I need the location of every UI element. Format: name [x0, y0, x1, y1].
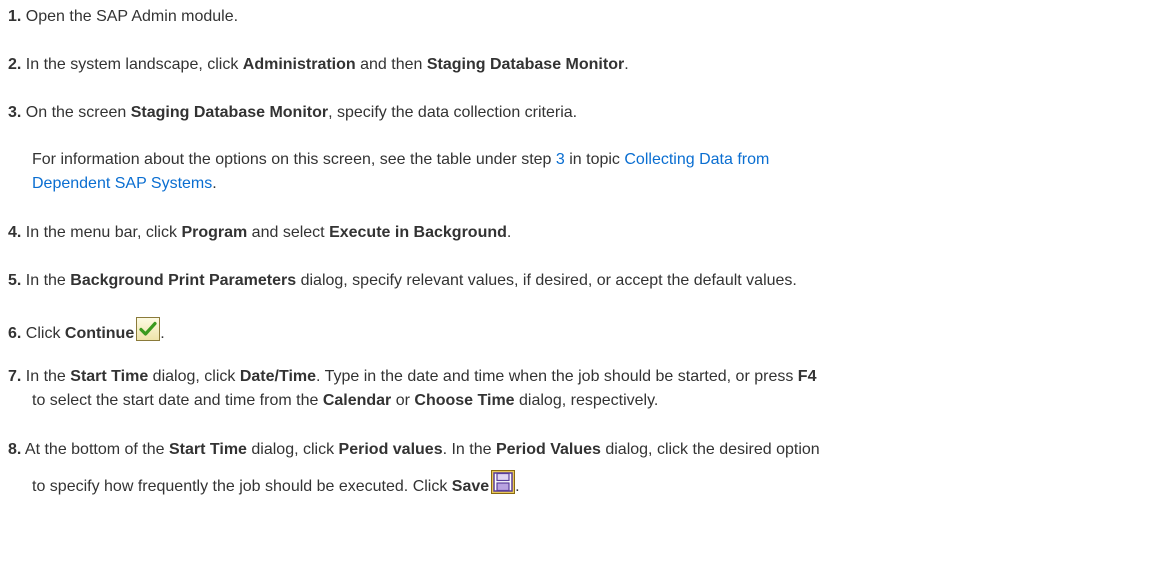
- step-text: to select the start date and time from t…: [32, 392, 323, 409]
- procedure-document: 1. Open the SAP Admin module. 2. In the …: [0, 0, 1160, 579]
- step-text: and then: [355, 56, 427, 73]
- step-8: 8. At the bottom of the Start Time dialo…: [8, 438, 1148, 499]
- step-number: 8.: [8, 441, 22, 458]
- ui-term: Date/Time: [239, 368, 317, 385]
- step-text: dialog, click: [246, 441, 339, 458]
- step-text: In the menu bar, click: [25, 224, 182, 241]
- step-8-continuation: to specify how frequently the job should…: [32, 470, 1148, 499]
- step-text: .: [160, 325, 165, 342]
- step-6: 6. Click Continue.: [8, 317, 1148, 346]
- step-number: 5.: [8, 272, 22, 289]
- ui-term: Program: [181, 224, 248, 241]
- step-text: dialog, specify relevant values, if desi…: [296, 272, 797, 289]
- step-text: .: [624, 56, 629, 73]
- note-text: in topic: [564, 151, 625, 168]
- checkmark-icon: [136, 317, 161, 341]
- step-number: 7.: [8, 368, 22, 385]
- step-text: to specify how frequently the job should…: [32, 478, 452, 495]
- ui-term: F4: [797, 368, 817, 385]
- ui-term: Staging Database Monitor: [130, 104, 329, 121]
- step-number: 2.: [8, 56, 22, 73]
- step-text: Open the SAP Admin module.: [25, 8, 239, 25]
- step-7-continuation: to select the start date and time from t…: [32, 389, 1148, 413]
- note-text: .: [212, 175, 217, 192]
- step-2: 2. In the system landscape, click Admini…: [8, 53, 1148, 77]
- step-text: Click: [25, 325, 65, 342]
- note-text: For information about the options on thi…: [32, 151, 556, 168]
- step-4: 4. In the menu bar, click Program and se…: [8, 221, 1148, 245]
- step-text: , specify the data collection criteria.: [328, 104, 578, 121]
- ui-term: Background Print Parameters: [70, 272, 297, 289]
- step-text: dialog, respectively.: [514, 392, 659, 409]
- step-text: In the system landscape, click: [25, 56, 243, 73]
- ui-term: Period Values: [495, 441, 601, 458]
- step-text: dialog, click: [148, 368, 240, 385]
- ui-term: Choose Time: [414, 392, 515, 409]
- step-number: 4.: [8, 224, 22, 241]
- step-text: and select: [247, 224, 330, 241]
- ui-term: Execute in Background: [329, 224, 507, 241]
- step-5: 5. In the Background Print Parameters di…: [8, 269, 1148, 293]
- step-3: 3. On the screen Staging Database Monito…: [8, 101, 1148, 125]
- step-1: 1. Open the SAP Admin module.: [8, 5, 1148, 29]
- collecting-data-topic-link-cont[interactable]: Dependent SAP Systems: [32, 175, 212, 192]
- step-text: or: [391, 392, 415, 409]
- ui-term: Continue: [64, 325, 135, 342]
- step-text: On the screen: [25, 104, 131, 121]
- ui-term: Staging Database Monitor: [426, 56, 625, 73]
- collecting-data-topic-link[interactable]: Collecting Data from: [624, 151, 769, 168]
- step-number: 1.: [8, 8, 22, 25]
- step-text: dialog, click the desired option: [600, 441, 820, 458]
- step-number: 6.: [8, 325, 22, 342]
- ui-term: Start Time: [169, 441, 247, 458]
- step-text: . Type in the date and time when the job…: [316, 368, 798, 385]
- ui-term: Start Time: [70, 368, 149, 385]
- ui-term: Save: [451, 478, 490, 495]
- step-number: 3.: [8, 104, 22, 121]
- step-3-link[interactable]: 3: [556, 151, 565, 168]
- step-text: .: [515, 478, 520, 495]
- ui-term: Period values: [338, 441, 443, 458]
- save-disk-icon: [491, 470, 516, 494]
- step-text: At the bottom of the: [24, 441, 169, 458]
- step-text: In the: [25, 272, 71, 289]
- step-text: .: [506, 224, 512, 241]
- step-text: In the: [25, 368, 71, 385]
- step-text: . In the: [442, 441, 496, 458]
- ui-term: Administration: [242, 56, 356, 73]
- step-7: 7. In the Start Time dialog, click Date/…: [8, 365, 1148, 413]
- ui-term: Calendar: [322, 392, 392, 409]
- step-3-note: For information about the options on thi…: [32, 148, 1132, 196]
